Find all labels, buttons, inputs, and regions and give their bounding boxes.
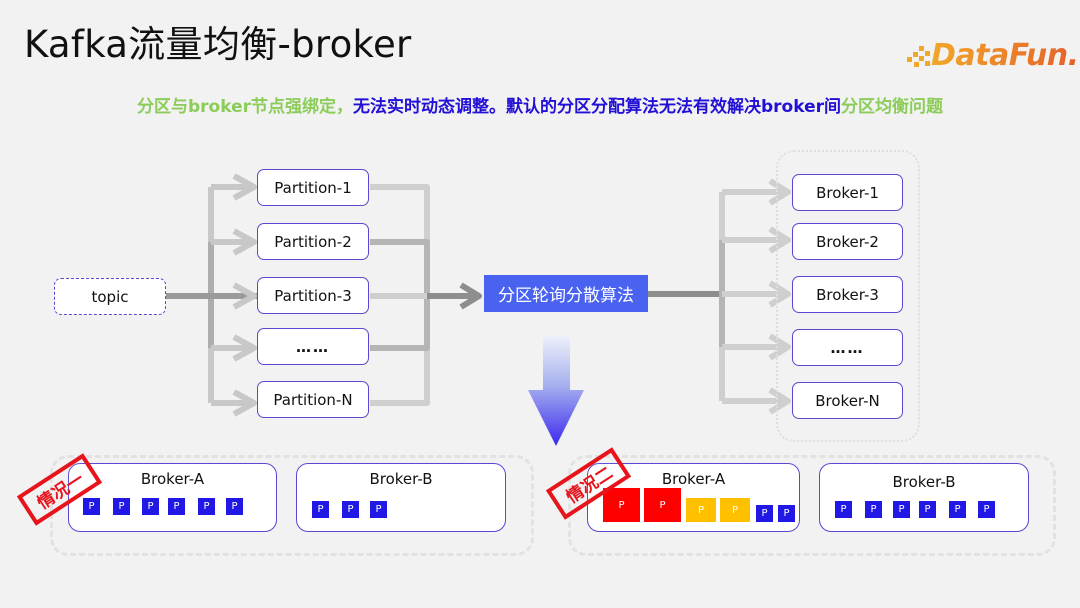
partition-chip: P [893, 501, 910, 518]
partition-node: Partition-N [257, 381, 369, 418]
partition-chip: P [342, 501, 359, 518]
partition-chip: P [835, 501, 852, 518]
partition-chip: P [978, 501, 995, 518]
broker-node: Broker-N [792, 382, 903, 419]
partition-chip-medium-load: P [720, 498, 750, 522]
partition-chip: P [949, 501, 966, 518]
partition-chip: P [312, 501, 329, 518]
broker-name: Broker-B [892, 473, 956, 491]
partition-node: Partition-2 [257, 223, 369, 260]
partition-chip: P [113, 498, 130, 515]
broker-name: Broker-B [369, 470, 433, 488]
partition-chip: P [142, 498, 159, 515]
partition-chip-high-load: P [603, 488, 640, 522]
partition-chip-medium-load: P [686, 498, 716, 522]
case-1-broker-a: Broker-A P P P P P P [68, 463, 277, 532]
partition-chip: P [226, 498, 243, 515]
partition-chip: P [370, 501, 387, 518]
broker-node: Broker-1 [792, 174, 903, 211]
partition-algorithm-node: 分区轮询分散算法 [484, 275, 648, 312]
partition-chip: P [865, 501, 882, 518]
partition-node: Partition-3 [257, 277, 369, 314]
partition-node-ellipsis: …… [257, 328, 369, 365]
topic-node: topic [54, 278, 166, 315]
case-1-broker-b: Broker-B P P P [296, 463, 506, 532]
partition-chip: P [168, 498, 185, 515]
broker-node: Broker-2 [792, 223, 903, 260]
partition-chip-high-load: P [644, 488, 681, 522]
partition-node: Partition-1 [257, 169, 369, 206]
case-2-broker-b: Broker-B P P P P P P [819, 463, 1029, 532]
broker-node: Broker-3 [792, 276, 903, 313]
broker-node-ellipsis: …… [792, 329, 903, 366]
partition-chip: P [83, 498, 100, 515]
partition-chip-low-load: P [756, 505, 773, 522]
partition-chip: P [919, 501, 936, 518]
down-arrow-icon [528, 336, 584, 446]
partition-chip: P [198, 498, 215, 515]
partition-chip-low-load: P [778, 505, 795, 522]
